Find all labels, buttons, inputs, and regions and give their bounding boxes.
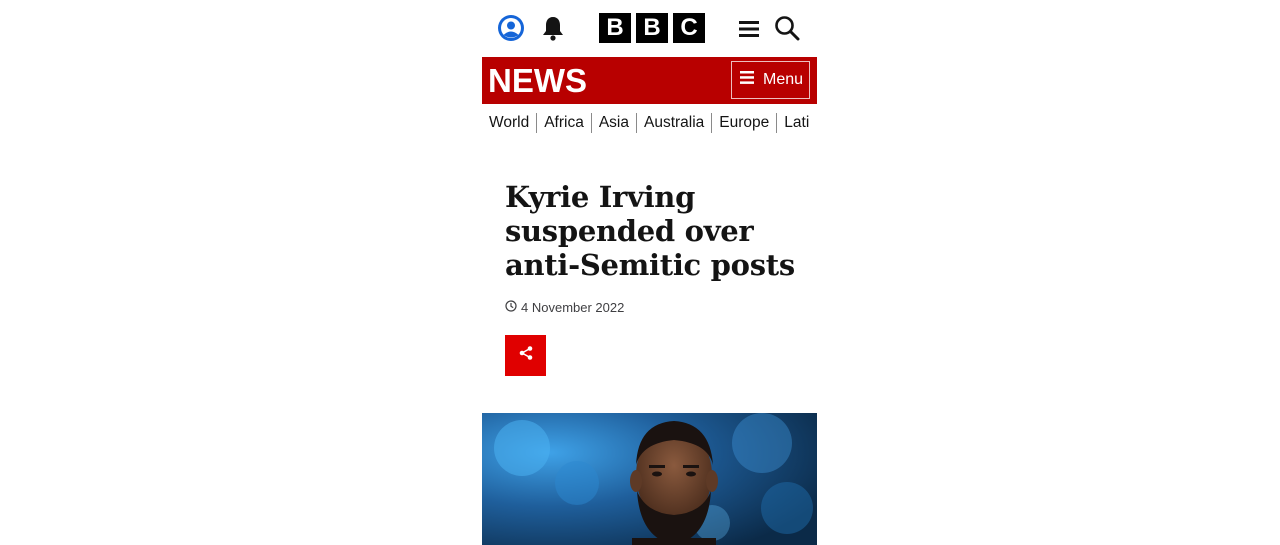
menu-button[interactable]: Menu — [731, 61, 810, 99]
top-bar: B B C — [482, 0, 817, 57]
section-nav: World Africa Asia Australia Europe Lati — [482, 113, 817, 137]
article-page: B B C NEWS Menu World Africa Asia Austra… — [482, 0, 817, 545]
section-nav-item[interactable]: Australia — [635, 113, 711, 133]
section-nav-item[interactable]: World — [482, 113, 536, 133]
article-hero-image — [482, 413, 817, 545]
share-icon — [518, 345, 534, 366]
bbc-logo-letter: B — [636, 13, 668, 43]
bbc-logo-letter: B — [599, 13, 631, 43]
hamburger-icon[interactable] — [736, 17, 762, 41]
section-nav-item[interactable]: Europe — [711, 113, 776, 133]
section-nav-item[interactable]: Asia — [590, 113, 636, 133]
section-nav-item[interactable]: Lati — [776, 113, 816, 133]
news-brand-title[interactable]: NEWS — [488, 61, 587, 101]
hamburger-icon — [740, 71, 754, 89]
bbc-logo[interactable]: B B C — [599, 13, 705, 43]
bell-icon[interactable] — [539, 13, 567, 43]
section-nav-item[interactable]: Africa — [536, 113, 591, 133]
menu-button-label: Menu — [763, 71, 804, 88]
article-headline: Kyrie Irving suspended over anti-Semitic… — [505, 180, 795, 282]
bbc-logo-letter: C — [673, 13, 705, 43]
news-bar: NEWS Menu — [482, 57, 817, 104]
share-button[interactable] — [505, 335, 546, 376]
article-timestamp: 4 November 2022 — [505, 300, 624, 315]
account-icon[interactable] — [496, 13, 526, 43]
search-icon[interactable] — [772, 13, 802, 43]
clock-icon — [505, 300, 517, 315]
article-date: 4 November 2022 — [521, 300, 625, 315]
